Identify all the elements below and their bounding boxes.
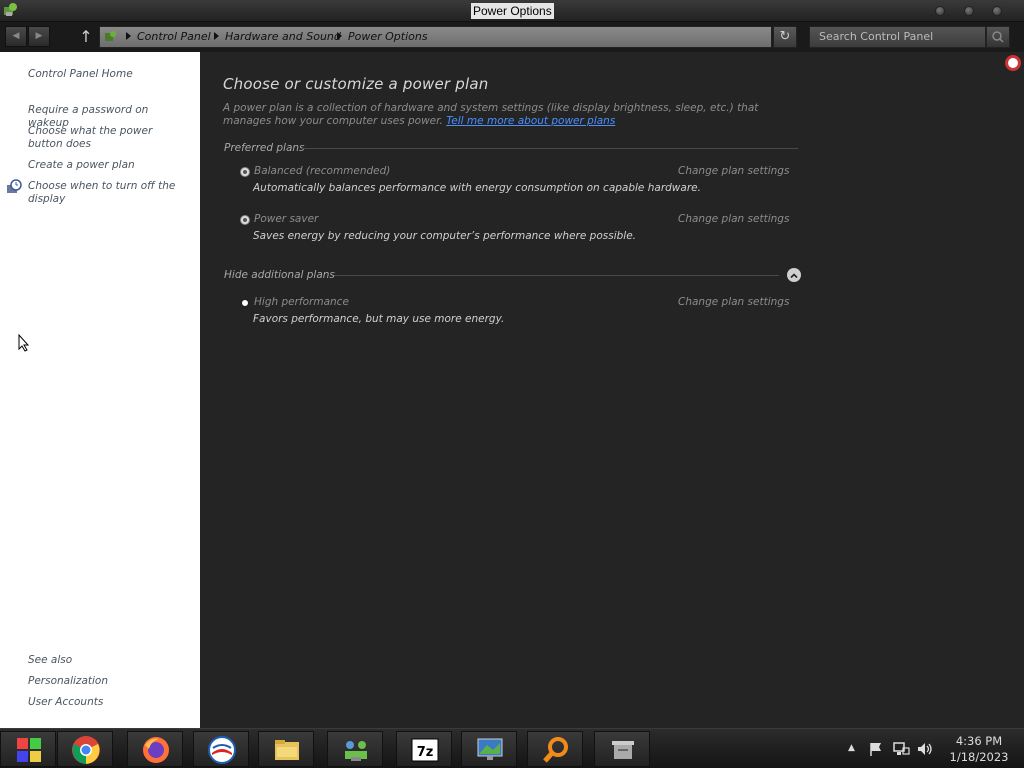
display-timer-icon [7,179,22,193]
breadcrumb-separator-icon [337,32,342,40]
maximize-button[interactable] [964,6,974,16]
clock-date: 1/18/2023 [949,750,1009,764]
see-also-heading: See also [28,654,73,666]
power-saver-plan-name[interactable]: Power saver [254,213,318,225]
7zip-icon: 7z [411,738,439,762]
obama-logo-icon [208,736,236,764]
main-content-pane: Choose or customize a power plan A power… [200,52,1024,728]
navigation-bar: ◀ ▶ ↑ Control Panel Hardware and Sound P… [0,22,1024,52]
preferred-plans-heading: Preferred plans [224,142,305,154]
breadcrumb-power-options[interactable]: Power Options [348,30,428,43]
control-panel-icon [105,31,116,41]
monitor-icon [477,738,503,760]
firefox-taskbar-button[interactable] [127,731,183,767]
power-saver-plan-description: Saves energy by reducing your computer’s… [253,230,636,242]
firefox-icon [143,737,169,763]
file-explorer-icon [275,740,299,760]
search-icon [992,31,1004,43]
high-performance-radio[interactable] [240,298,250,308]
user-accounts-link[interactable]: User Accounts [28,696,188,709]
breadcrumb-control-panel[interactable]: Control Panel [137,30,211,43]
refresh-button[interactable]: ↻ [773,26,797,48]
volume-icon[interactable] [916,741,934,757]
up-button[interactable]: ↑ [76,26,96,47]
search-input[interactable]: Search Control Panel [809,26,986,48]
power-saver-radio[interactable] [240,215,250,225]
back-button[interactable]: ◀ [5,26,27,47]
close-button[interactable] [992,6,1002,16]
title-bar: Power Options [0,0,1024,22]
page-title: Choose or customize a power plan [223,75,489,93]
balanced-radio[interactable] [240,167,250,177]
file-explorer-taskbar-button[interactable] [258,731,314,767]
mouse-cursor-icon [18,334,30,352]
archive-icon [612,741,634,759]
start-icon [17,738,41,762]
show-hidden-icons-button[interactable]: ▲ [848,743,855,753]
network-icon[interactable] [892,741,910,757]
left-navigation-pane: Control Panel Home Require a password on… [0,52,200,728]
high-performance-plan-name[interactable]: High performance [254,296,349,308]
network-people-icon [345,741,367,761]
svg-text:7z: 7z [417,745,434,760]
chevron-up-icon [790,273,798,279]
power-options-window: Power Options ◀ ▶ ↑ Control Panel Hardwa… [0,0,1024,768]
address-bar[interactable]: Control Panel Hardware and Sound Power O… [99,26,772,48]
forward-button[interactable]: ▶ [28,26,50,47]
breadcrumb-hardware-and-sound[interactable]: Hardware and Sound [225,30,341,43]
archive-taskbar-button[interactable] [594,731,650,767]
control-panel-home-link[interactable]: Control Panel Home [28,68,188,81]
search-app-taskbar-button[interactable] [527,731,583,767]
chrome-icon [72,736,100,764]
search-button[interactable] [986,26,1010,48]
breadcrumb-separator-icon [214,32,219,40]
personalization-link[interactable]: Personalization [28,675,188,688]
power-saver-change-settings-link[interactable]: Change plan settings [678,213,789,225]
clock-time: 4:36 PM [955,734,1003,748]
high-performance-plan-description: Favors performance, but may use more ene… [253,313,505,325]
window-title: Power Options [471,3,554,19]
power-options-icon [4,3,17,16]
balanced-plan-description: Automatically balances performance with … [253,182,701,194]
high-performance-change-settings-link[interactable]: Change plan settings [678,296,789,308]
obama-taskbar-button[interactable] [193,731,249,767]
balanced-plan-name[interactable]: Balanced (recommended) [254,165,390,177]
flag-icon[interactable] [868,741,884,757]
power-button-link[interactable]: Choose what the power button does [28,125,188,151]
system-clock[interactable]: 4:36 PM 1/18/2023 [944,733,1014,765]
7zip-taskbar-button[interactable]: 7z [396,731,452,767]
collapse-button[interactable] [787,268,801,282]
minimize-button[interactable] [935,6,945,16]
section-divider [334,275,779,276]
learn-more-link[interactable]: Tell me more about power plans [446,115,615,127]
create-power-plan-link[interactable]: Create a power plan [28,159,188,172]
chrome-taskbar-button[interactable] [57,731,113,767]
power-options-taskbar-button[interactable] [461,731,517,767]
search-magnifier-icon [543,737,568,763]
breadcrumb-separator-icon [126,32,131,40]
network-taskbar-button[interactable] [327,731,383,767]
page-description: A power plan is a collection of hardware… [223,102,803,128]
hide-additional-plans-heading[interactable]: Hide additional plans [224,269,335,281]
section-divider [302,148,798,149]
taskbar: 7z ▲ 4:36 PM 1/18/2023 [0,728,1024,768]
help-icon[interactable] [1005,55,1021,71]
balanced-change-settings-link[interactable]: Change plan settings [678,165,789,177]
turn-off-display-link[interactable]: Choose when to turn off the display [28,180,188,206]
start-button[interactable] [0,731,56,767]
